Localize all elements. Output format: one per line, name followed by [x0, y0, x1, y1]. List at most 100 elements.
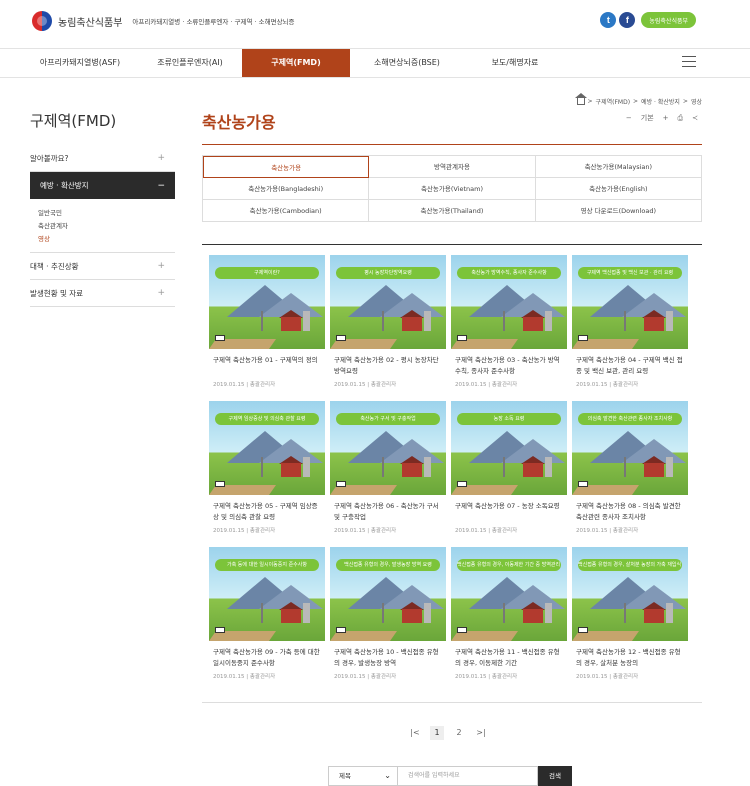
video-author: 총괄관리자 — [612, 528, 639, 534]
barn-graphic — [523, 463, 543, 477]
video-card[interactable]: 가축 등에 대한 일시이동중지 준수사항구제역 축산농가용 09 - 가축 등에… — [209, 547, 325, 689]
silo-graphic — [545, 457, 552, 477]
expand-icon[interactable]: + — [157, 261, 165, 271]
video-title[interactable]: 구제역 축산농가용 07 - 농장 소독요령 — [451, 501, 567, 523]
video-title[interactable]: 구제역 축산농가용 04 - 구제역 백신 접종 및 백신 보관, 관리 요령 — [572, 355, 688, 377]
page-title: 축산농가용 — [202, 113, 276, 132]
tab-english[interactable]: 축산농가용(English) — [535, 178, 702, 200]
sidebar-subitem-video[interactable]: 영상 — [38, 233, 175, 246]
sidebar-item-measures[interactable]: 대책 · 추진상황 + — [30, 253, 175, 280]
menu-icon[interactable] — [682, 56, 696, 68]
video-thumbnail[interactable]: 백신접종 유형의 경우, 발생농장 방역 요령 — [330, 547, 446, 641]
government-logo-icon[interactable] — [32, 11, 52, 31]
video-thumbnail[interactable]: 농장 소독 요령 — [451, 401, 567, 495]
tab-bangladeshi[interactable]: 축산농가용(Bangladeshi) — [203, 178, 370, 200]
sidebar-item-prevention[interactable]: 예방 · 확산방지 − — [30, 172, 175, 199]
video-card[interactable]: 구제역이란? 구제역 축산농가용 01 - 구제역의 정의 2019.01.15 |… — [209, 255, 325, 397]
barn-graphic — [402, 317, 422, 331]
video-thumbnail[interactable]: 평시 농장차단방역요령 — [330, 255, 446, 349]
video-card[interactable]: 백신접종 유형의 경우, 살처분 농장의 가축 재입식 요령구제역 축산농가용 … — [572, 547, 688, 689]
video-card[interactable]: 구제역 백신접종 및 백신 보관 · 관리 요령구제역 축산농가용 04 - 구… — [572, 255, 688, 397]
video-thumbnail[interactable]: 백신접종 유형의 경우, 살처분 농장의 가축 재입식 요령 — [572, 547, 688, 641]
chevron-down-icon: ⌄ — [384, 771, 391, 780]
video-thumbnail[interactable]: 구제역이란? — [209, 255, 325, 349]
zoom-in-button[interactable]: + — [663, 114, 669, 122]
barn-graphic — [523, 317, 543, 331]
first-page-button[interactable]: |< — [408, 726, 422, 740]
print-icon[interactable]: ⎙ — [678, 114, 684, 123]
expand-icon[interactable]: + — [157, 288, 165, 298]
video-card[interactable]: 농장 소독 요령 구제역 축산농가용 07 - 농장 소독요령 2019.01.15… — [451, 401, 567, 543]
video-title[interactable]: 구제역 축산농가용 05 - 구제역 임상증상 및 의심축 관찰 요령 — [209, 501, 325, 523]
video-card[interactable]: 축산농가 방역수칙, 종사자 준수사항구제역 축산농가용 03 - 축산농가 방… — [451, 255, 567, 397]
video-card[interactable]: 백신접종 유형의 경우, 발생농장 방역 요령구제역 축산농가용 10 - 백신… — [330, 547, 446, 689]
sidebar-item-about[interactable]: 알아볼까요? + — [30, 145, 175, 172]
zoom-out-button[interactable]: − — [626, 114, 632, 122]
video-thumbnail[interactable]: 의심축 발견한 축산관련 종사자 조치사항 — [572, 401, 688, 495]
breadcrumb-item[interactable]: 영상 — [691, 97, 702, 106]
tab-malaysian[interactable]: 축산농가용(Malaysian) — [535, 156, 702, 178]
expand-icon[interactable]: + — [157, 153, 165, 163]
thumbnail-banner: 구제역 백신접종 및 백신 보관 · 관리 요령 — [578, 267, 682, 279]
video-card[interactable]: 축산농가 구서 및 구충작업구제역 축산농가용 06 - 축산농가 구서 및 구… — [330, 401, 446, 543]
share-icon[interactable]: ≺ — [692, 114, 698, 122]
video-thumbnail[interactable]: 축산농가 방역수칙, 종사자 준수사항 — [451, 255, 567, 349]
collapse-icon[interactable]: − — [157, 181, 165, 191]
main-nav: 아프리카돼지열병(ASF) 조류인플루엔자(AI) 구제역(FMD) 소해면상뇌… — [0, 48, 750, 78]
video-meta: 2019.01.15 | 총괄관리자 — [213, 674, 276, 680]
page-2-button[interactable]: 2 — [452, 726, 466, 740]
page-1-button[interactable]: 1 — [430, 726, 444, 740]
nav-item-asf[interactable]: 아프리카돼지열병(ASF) — [30, 49, 130, 77]
facebook-icon[interactable]: f — [619, 12, 636, 28]
video-title[interactable]: 구제역 축산농가용 08 - 의심축 발견한 축산관련 종사자 조치사항 — [572, 501, 688, 523]
nav-item-fmd[interactable]: 구제역(FMD) — [242, 49, 350, 77]
ministry-link-button[interactable]: 농림축산식품부 — [641, 12, 696, 28]
tab-cambodian[interactable]: 축산농가용(Cambodian) — [203, 200, 370, 222]
video-thumbnail[interactable]: 백신접종 유형의 경우, 이동제한 기간 중 방역관리 요령 — [451, 547, 567, 641]
windmill-graphic — [261, 457, 263, 477]
search-input[interactable]: 검색어를 입력하세요 — [398, 766, 538, 786]
video-title[interactable]: 구제역 축산농가용 02 - 평시 농장차단방역요령 — [330, 355, 446, 377]
video-thumbnail[interactable]: 축산농가 구서 및 구충작업 — [330, 401, 446, 495]
nav-item-bse[interactable]: 소해면상뇌증(BSE) — [352, 49, 462, 77]
last-page-button[interactable]: >| — [474, 726, 488, 740]
video-title[interactable]: 구제역 축산농가용 06 - 축산농가 구서 및 구충작업 — [330, 501, 446, 523]
video-thumbnail[interactable]: 구제역 임상증상 및 의심축 관찰 요령 — [209, 401, 325, 495]
video-thumbnail[interactable]: 구제역 백신접종 및 백신 보관 · 관리 요령 — [572, 255, 688, 349]
search-button[interactable]: 검색 — [538, 766, 572, 786]
nav-item-press[interactable]: 보도/해명자료 — [470, 49, 560, 77]
search-field-select[interactable]: 제목 ⌄ — [328, 766, 398, 786]
video-meta: 2019.01.15 | 총괄관리자 — [576, 528, 639, 534]
video-card[interactable]: 평시 농장차단방역요령 구제역 축산농가용 02 - 평시 농장차단방역요령 201… — [330, 255, 446, 397]
twitter-icon[interactable]: t — [600, 12, 617, 28]
ministry-name[interactable]: 농림축산식품부 — [58, 14, 122, 29]
tab-download[interactable]: 영상 다운로드(Download) — [535, 200, 702, 222]
video-meta: 2019.01.15 | 총괄관리자 — [213, 528, 276, 534]
video-title[interactable]: 구제역 축산농가용 01 - 구제역의 정의 — [209, 355, 325, 377]
tab-thailand[interactable]: 축산농가용(Thailand) — [369, 200, 536, 222]
breadcrumb-item[interactable]: 예방 · 확산방지 — [641, 97, 680, 106]
sidebar-subitem-livestock[interactable]: 축산관계자 — [38, 220, 175, 233]
video-card[interactable]: 의심축 발견한 축산관련 종사자 조치사항구제역 축산농가용 08 - 의심축 … — [572, 401, 688, 543]
video-title[interactable]: 구제역 축산농가용 09 - 가축 등에 대한 일시이동중지 준수사항 — [209, 647, 325, 669]
video-title[interactable]: 구제역 축산농가용 12 - 백신접종 유형의 경우, 살처분 농장의 — [572, 647, 688, 669]
sidebar-item-status[interactable]: 발생현황 및 자료 + — [30, 280, 175, 307]
barn-graphic — [402, 609, 422, 623]
video-title[interactable]: 구제역 축산농가용 03 - 축산농가 방역수칙, 종사자 준수사항 — [451, 355, 567, 377]
tab-vietnam[interactable]: 축산농가용(Vietnam) — [369, 178, 536, 200]
breadcrumb-separator: > — [587, 98, 593, 105]
video-title[interactable]: 구제역 축산농가용 11 - 백신접종 유형의 경우, 이동제한 기간 — [451, 647, 567, 669]
sidebar-subitem-public[interactable]: 일반국민 — [38, 207, 175, 220]
nav-item-ai[interactable]: 조류인플루엔자(AI) — [140, 49, 240, 77]
breadcrumb-item[interactable]: 구제역(FMD) — [596, 97, 631, 106]
video-card[interactable]: 백신접종 유형의 경우, 이동제한 기간 중 방역관리 요령구제역 축산농가용 … — [451, 547, 567, 689]
video-title[interactable]: 구제역 축산농가용 10 - 백신접종 유형의 경우, 발생농장 방역 — [330, 647, 446, 669]
video-card[interactable]: 구제역 임상증상 및 의심축 관찰 요령구제역 축산농가용 05 - 구제역 임… — [209, 401, 325, 543]
tab-officials[interactable]: 방역관계자용 — [369, 156, 536, 178]
silo-graphic — [303, 603, 310, 623]
tab-farmers[interactable]: 축산농가용 — [203, 156, 370, 178]
cow-graphic — [457, 627, 467, 633]
home-icon[interactable] — [574, 93, 587, 105]
thumbnail-banner: 축산농가 구서 및 구충작업 — [336, 413, 440, 425]
video-thumbnail[interactable]: 가축 등에 대한 일시이동중지 준수사항 — [209, 547, 325, 641]
